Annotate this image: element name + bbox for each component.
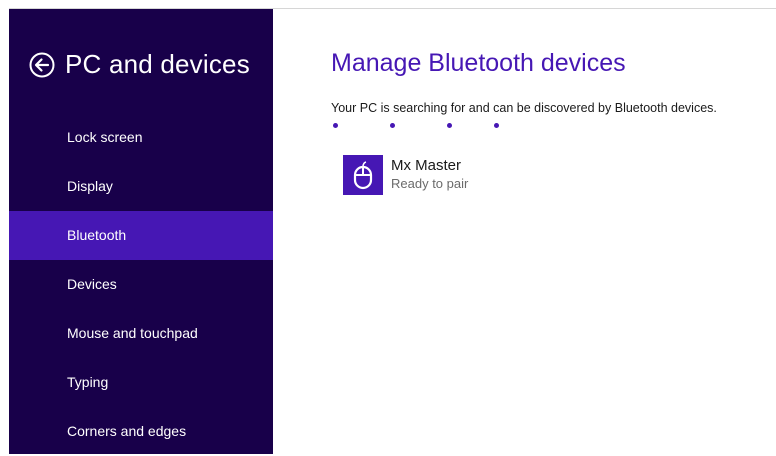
progress-dot (447, 123, 452, 128)
sidebar: PC and devices Lock screen Display Bluet… (9, 9, 273, 454)
sidebar-item-bluetooth[interactable]: Bluetooth (9, 211, 273, 260)
device-list-item[interactable]: Mx Master Ready to pair (343, 155, 468, 195)
progress-dot (390, 123, 395, 128)
sidebar-nav: Lock screen Display Bluetooth Devices Mo… (9, 113, 273, 456)
settings-window: PC and devices Lock screen Display Bluet… (9, 8, 776, 454)
mouse-icon (343, 155, 383, 195)
page-title: Manage Bluetooth devices (331, 49, 626, 77)
sidebar-item-devices[interactable]: Devices (9, 260, 273, 309)
device-name: Mx Master (391, 157, 462, 174)
back-arrow-circle-icon (29, 52, 55, 78)
sidebar-item-typing[interactable]: Typing (9, 358, 273, 407)
main-content: Manage Bluetooth devices Your PC is sear… (273, 9, 776, 454)
sidebar-item-display[interactable]: Display (9, 162, 273, 211)
search-progress-indicator (333, 123, 533, 129)
search-status-text: Your PC is searching for and can be disc… (331, 101, 717, 115)
device-info: Mx Master Ready to pair (391, 157, 468, 192)
sidebar-title: PC and devices (65, 49, 250, 79)
sidebar-item-lock-screen[interactable]: Lock screen (9, 113, 273, 162)
back-button[interactable]: PC and devices (29, 49, 250, 80)
progress-dot (494, 123, 499, 128)
device-status: Ready to pair (391, 176, 469, 191)
sidebar-item-mouse-and-touchpad[interactable]: Mouse and touchpad (9, 309, 273, 358)
sidebar-item-corners-and-edges[interactable]: Corners and edges (9, 407, 273, 456)
progress-dot (333, 123, 338, 128)
